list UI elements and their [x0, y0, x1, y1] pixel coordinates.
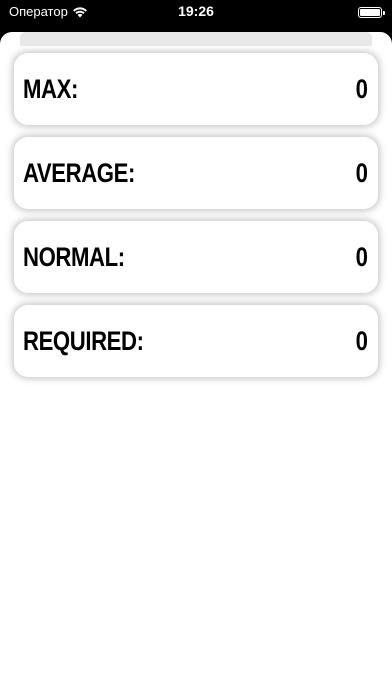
max-label: MAX: — [23, 73, 78, 104]
average-value: 0 — [356, 157, 368, 188]
required-value: 0 — [356, 325, 368, 356]
average-card: AVERAGE: 0 — [14, 137, 378, 209]
sheet-top-strip — [20, 32, 372, 46]
battery-level — [360, 9, 380, 16]
status-time: 19:26 — [178, 3, 214, 19]
normal-card: NORMAL: 0 — [14, 221, 378, 293]
required-card: REQUIRED: 0 — [14, 305, 378, 377]
status-bar: Оператор 19:26 — [0, 0, 392, 34]
max-value: 0 — [356, 73, 368, 104]
normal-label: NORMAL: — [23, 241, 125, 272]
battery-icon — [358, 7, 385, 18]
normal-value: 0 — [356, 241, 368, 272]
required-label: REQUIRED: — [23, 325, 144, 356]
max-card: MAX: 0 — [14, 53, 378, 125]
main-sheet: MAX: 0 AVERAGE: 0 NORMAL: 0 REQUIRED: 0 — [0, 32, 392, 696]
average-label: AVERAGE: — [23, 157, 135, 188]
